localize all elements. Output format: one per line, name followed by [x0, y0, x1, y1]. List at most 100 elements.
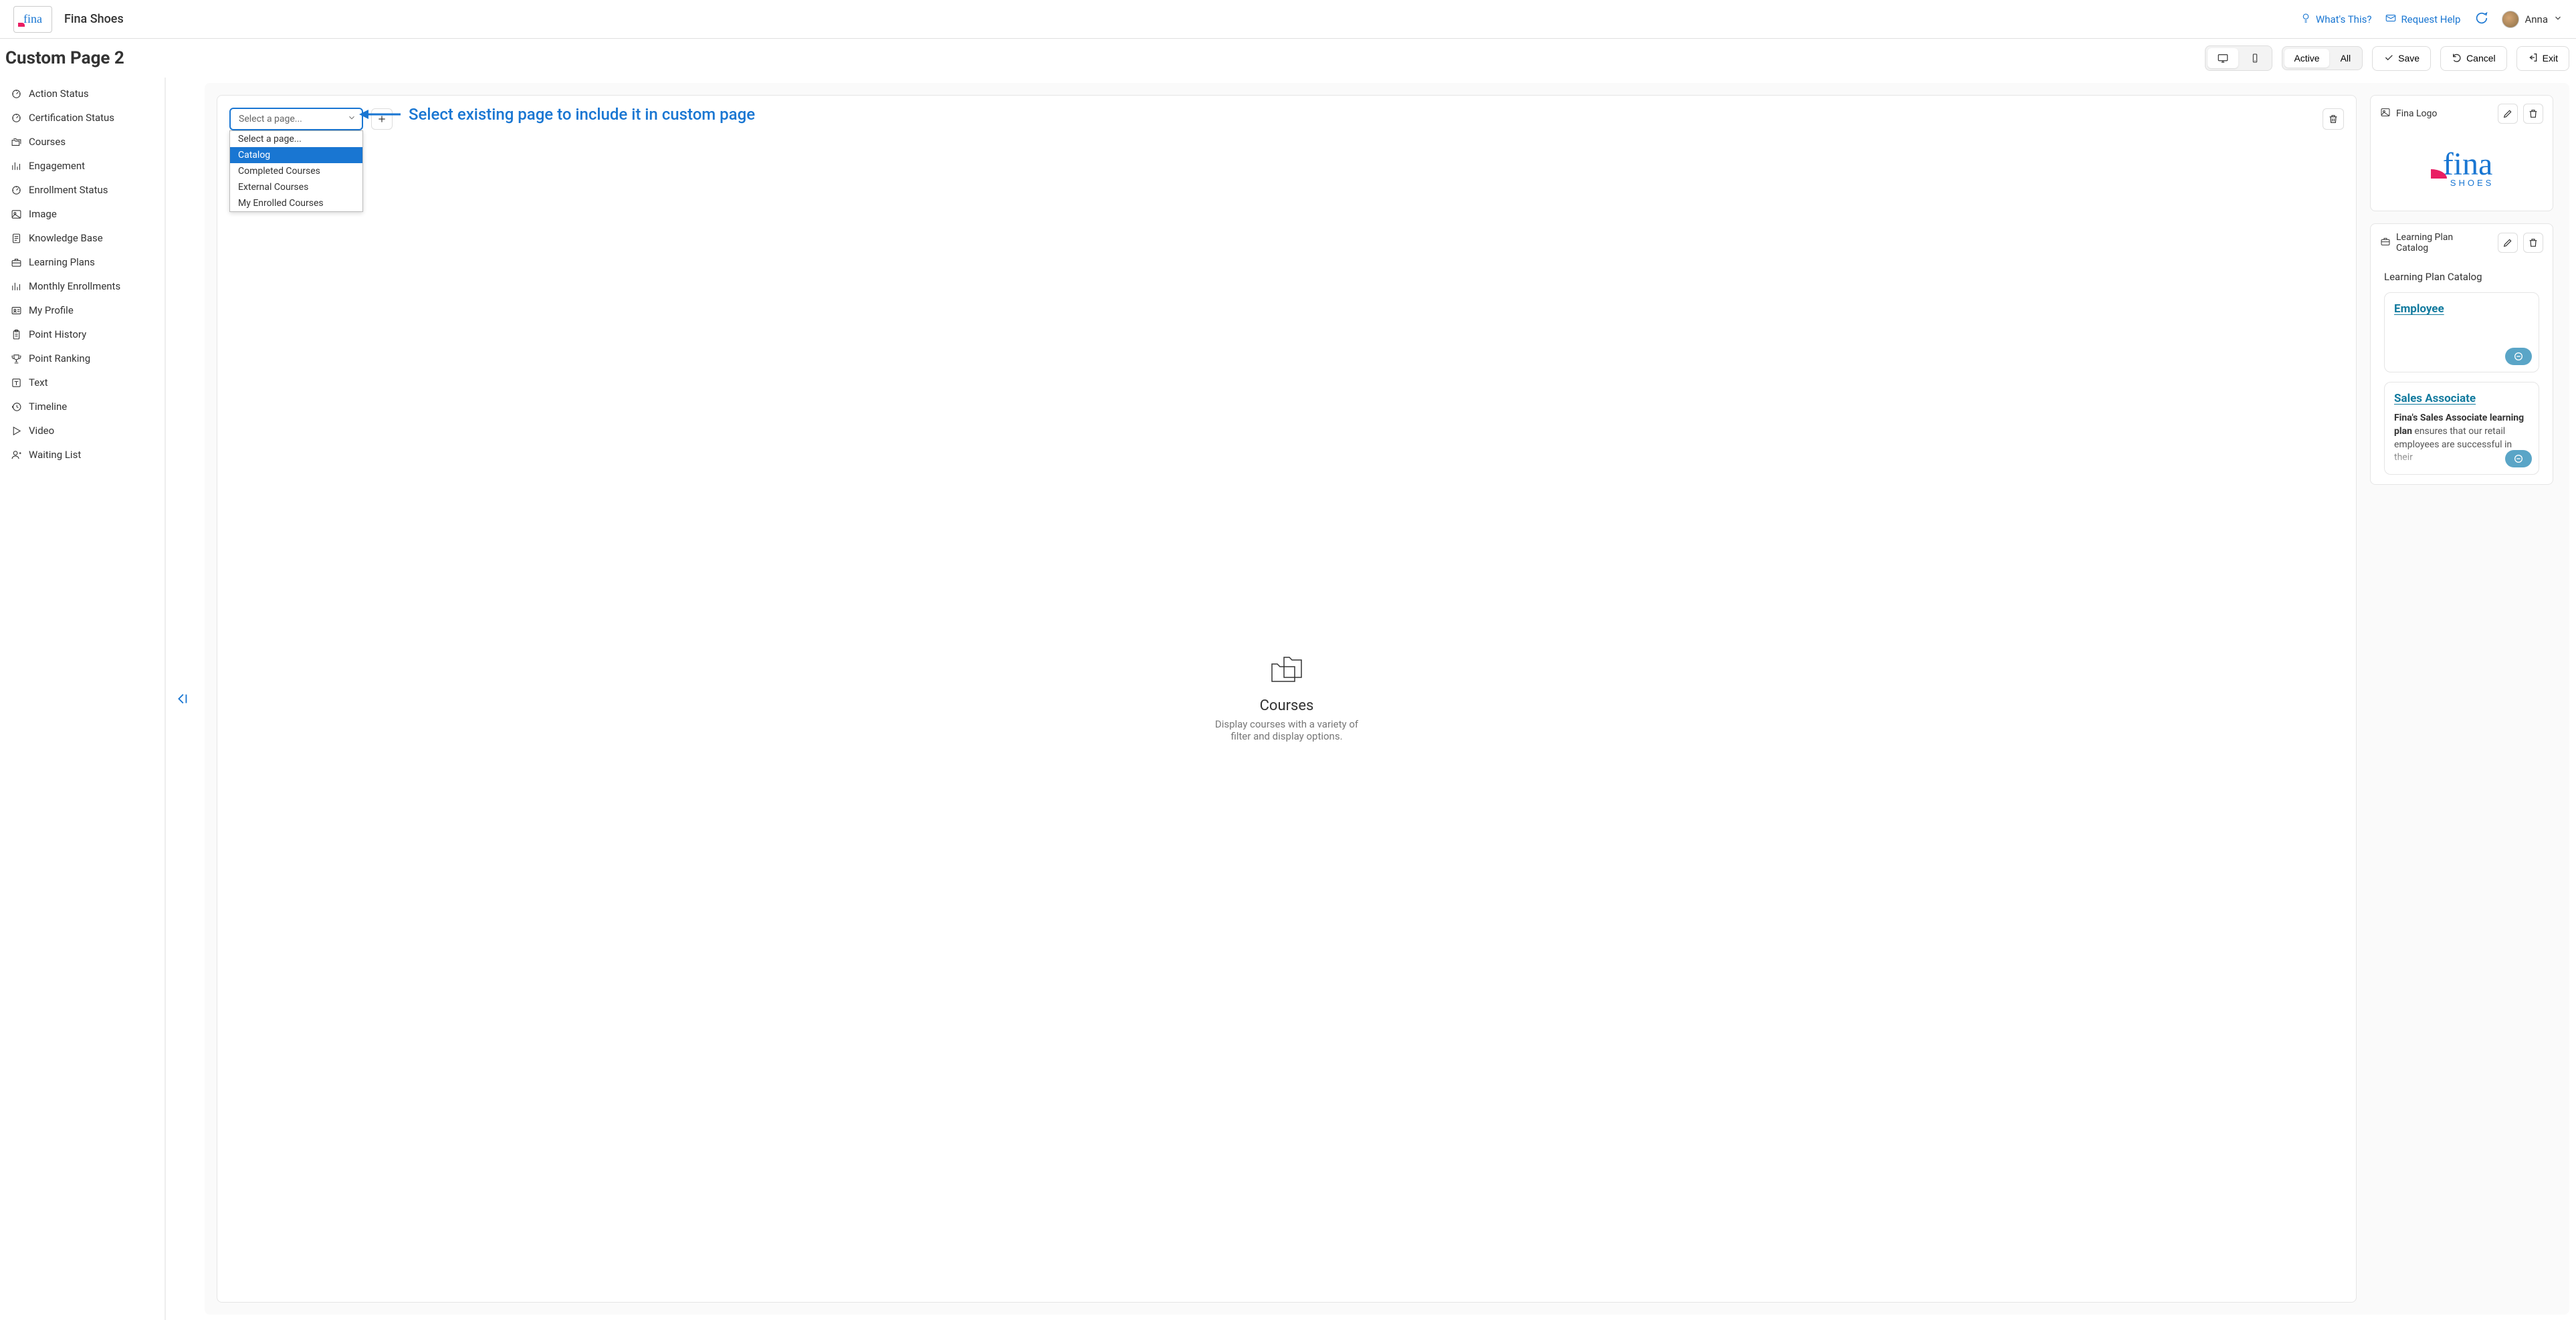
widget-header: Fina Logo	[2371, 96, 2553, 132]
header: fina Fina Shoes What's This? Request Hel…	[0, 0, 2576, 39]
envelope-icon	[2385, 12, 2397, 27]
lp-card-title[interactable]: Sales Associate	[2394, 392, 2529, 405]
sidebar-item-label: Action Status	[29, 88, 89, 100]
titlebar-actions: Active All Save Cancel Exit	[2205, 45, 2569, 71]
placeholder-block: Courses Display courses with a variety o…	[229, 104, 2344, 1290]
sidebar-item-label: Enrollment Status	[29, 184, 108, 196]
titlebar: Custom Page 2 Active All Save Cancel Exi…	[0, 39, 2576, 78]
chat-icon[interactable]	[2474, 11, 2488, 28]
remove-card-button[interactable]	[2505, 450, 2532, 467]
remove-card-button[interactable]	[2505, 348, 2532, 365]
sidebar-item-action-status[interactable]: Action Status	[8, 82, 156, 106]
cancel-button[interactable]: Cancel	[2440, 46, 2507, 71]
sidebar-item-label: Image	[29, 208, 57, 220]
placeholder-title: Courses	[1260, 697, 1314, 714]
edit-widget-button[interactable]	[2498, 104, 2518, 124]
cancel-label: Cancel	[2466, 53, 2496, 64]
filter-toggle: Active All	[2282, 46, 2363, 70]
fina-logo-render: fina	[2431, 152, 2493, 177]
briefcase-icon	[11, 257, 22, 268]
sidebar-item-certification-status[interactable]: Certification Status	[8, 106, 156, 130]
page-select-dropdown: Select a page...CatalogCompleted Courses…	[229, 130, 363, 212]
whats-this-link[interactable]: What's This?	[2300, 12, 2372, 27]
sidebar-item-label: Courses	[29, 136, 66, 148]
sidebar-item-point-history[interactable]: Point History	[8, 322, 156, 346]
id-card-icon	[11, 305, 22, 316]
learning-plan-card: Sales AssociateFina's Sales Associate le…	[2384, 382, 2539, 474]
exit-icon	[2528, 52, 2539, 65]
company-name: Fina Shoes	[64, 12, 124, 26]
logo-widget-title: Fina Logo	[2396, 108, 2437, 119]
chevron-down-icon	[347, 113, 356, 125]
company-logo[interactable]: fina	[13, 6, 52, 33]
chart-icon	[11, 160, 22, 172]
image-icon	[11, 209, 22, 220]
user-name: Anna	[2525, 13, 2548, 25]
all-filter-button[interactable]: All	[2331, 49, 2361, 68]
exit-button[interactable]: Exit	[2516, 46, 2569, 71]
clipboard-icon	[11, 329, 22, 340]
logo-widget: Fina Logo fina	[2370, 95, 2553, 211]
annotation-text: Select existing page to include it in cu…	[409, 102, 755, 126]
save-button[interactable]: Save	[2372, 46, 2431, 71]
gauge-icon	[11, 112, 22, 124]
sidebar-item-label: Learning Plans	[29, 256, 95, 268]
sidebar-item-label: Video	[29, 425, 54, 437]
sidebar-item-label: My Profile	[29, 304, 74, 316]
user-menu[interactable]: Anna	[2502, 11, 2563, 28]
sidebar-item-courses[interactable]: Courses	[8, 130, 156, 154]
sidebar-item-engagement[interactable]: Engagement	[8, 154, 156, 178]
page-title: Custom Page 2	[5, 48, 124, 68]
learning-plan-widget: Learning Plan Catalog Learning Plan Cata…	[2370, 223, 2553, 484]
sidebar-item-monthly-enrollments[interactable]: Monthly Enrollments	[8, 274, 156, 298]
sidebar-item-knowledge-base[interactable]: Knowledge Base	[8, 226, 156, 250]
dropdown-option[interactable]: My Enrolled Courses	[230, 195, 362, 211]
mobile-view-button[interactable]	[2240, 48, 2270, 68]
play-icon	[11, 425, 22, 437]
lightbulb-icon	[2300, 12, 2312, 27]
sidebar-item-enrollment-status[interactable]: Enrollment Status	[8, 178, 156, 202]
history-icon	[11, 401, 22, 413]
collapse-sidebar-button[interactable]	[166, 78, 198, 1320]
dropdown-option[interactable]: External Courses	[230, 179, 362, 195]
annotation: Select existing page to include it in cu…	[359, 102, 755, 126]
main-panel: Select a page... Select a page...Catalog…	[217, 95, 2357, 1303]
check-icon	[2383, 52, 2394, 65]
delete-widget-button[interactable]	[2523, 104, 2543, 124]
sidebar-item-label: Point History	[29, 328, 86, 340]
request-help-label: Request Help	[2401, 13, 2460, 25]
desktop-view-button[interactable]	[2208, 48, 2238, 68]
image-icon	[2380, 107, 2391, 120]
widget-header: Learning Plan Catalog	[2371, 224, 2553, 261]
request-help-link[interactable]: Request Help	[2385, 12, 2460, 27]
page-select[interactable]: Select a page... Select a page...Catalog…	[229, 108, 363, 130]
active-filter-button[interactable]: Active	[2284, 49, 2329, 68]
sidebar-item-my-profile[interactable]: My Profile	[8, 298, 156, 322]
sidebar-item-label: Monthly Enrollments	[29, 280, 120, 292]
gauge-icon	[11, 88, 22, 100]
sidebar-item-timeline[interactable]: Timeline	[8, 395, 156, 419]
delete-widget-button[interactable]	[2523, 233, 2543, 253]
sidebar-item-waiting-list[interactable]: Waiting List	[8, 443, 156, 467]
sidebar-item-point-ranking[interactable]: Point Ranking	[8, 346, 156, 370]
header-left: fina Fina Shoes	[13, 6, 124, 33]
sidebar-item-text[interactable]: Text	[8, 370, 156, 395]
sidebar-item-label: Point Ranking	[29, 352, 90, 364]
dropdown-option[interactable]: Completed Courses	[230, 163, 362, 179]
trophy-icon	[11, 353, 22, 364]
page-select-box[interactable]: Select a page...	[229, 108, 363, 130]
lp-card-title[interactable]: Employee	[2394, 302, 2529, 316]
main: Action Status Certification Status Courses…	[0, 78, 2576, 1320]
sidebar-item-learning-plans[interactable]: Learning Plans	[8, 250, 156, 274]
header-right: What's This? Request Help Anna	[2300, 11, 2563, 28]
sidebar-item-video[interactable]: Video	[8, 419, 156, 443]
doc-icon	[11, 233, 22, 244]
learning-plan-card: Employee	[2384, 292, 2539, 372]
dropdown-option[interactable]: Select a page...	[230, 131, 362, 147]
edit-widget-button[interactable]	[2498, 233, 2518, 253]
dropdown-option[interactable]: Catalog	[230, 147, 362, 163]
sidebar-item-label: Timeline	[29, 401, 67, 413]
whats-this-label: What's This?	[2316, 13, 2372, 25]
chevron-down-icon	[2553, 13, 2563, 25]
sidebar-item-image[interactable]: Image	[8, 202, 156, 226]
